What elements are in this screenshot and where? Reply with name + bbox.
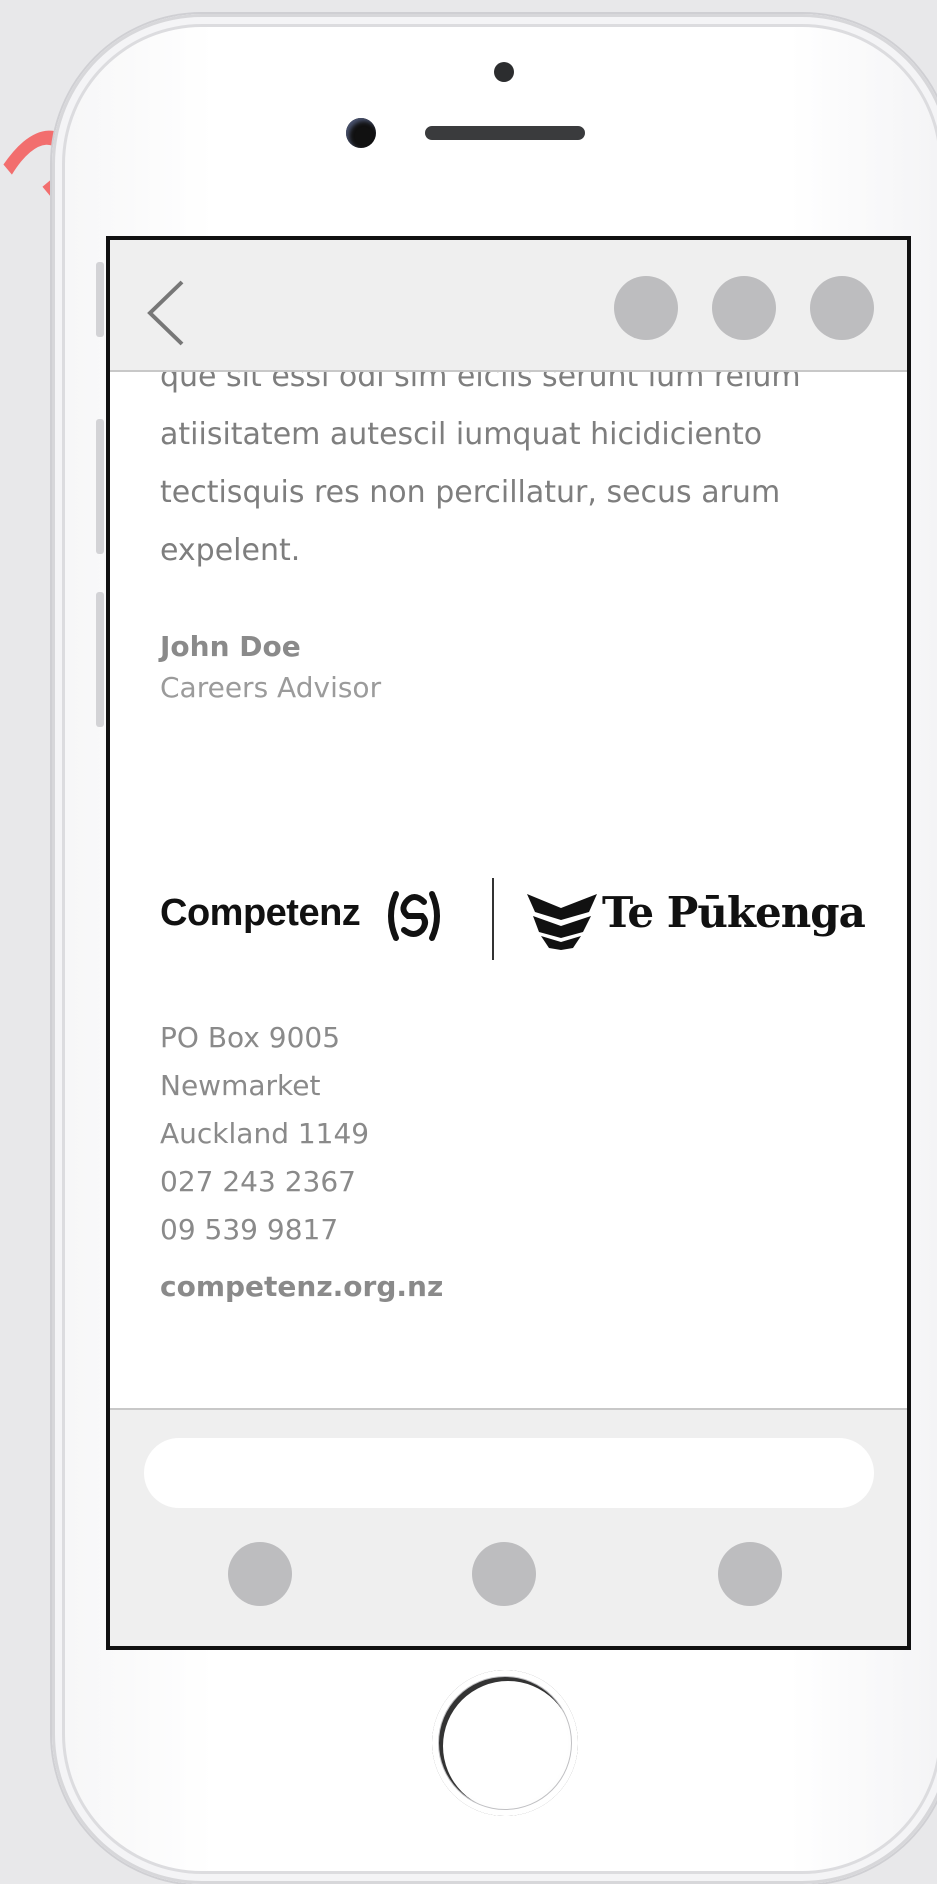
front-camera [346, 118, 376, 148]
top-menu-placeholder-3[interactable] [810, 276, 874, 340]
proximity-sensor [494, 62, 514, 82]
chevron-left-icon[interactable] [146, 278, 186, 348]
competenz-logo-icon [388, 891, 440, 941]
website-link[interactable]: competenz.org.nz [160, 1270, 443, 1303]
author-role: Careers Advisor [160, 671, 382, 704]
volume-up-button [96, 419, 104, 554]
earpiece-speaker [425, 126, 585, 140]
te-pukenga-logo-text: Te Pūkenga [602, 888, 866, 937]
top-app-bar [110, 240, 907, 372]
te-pukenga-logo-icon [527, 894, 597, 950]
paragraph-line: atiisitatem autescil iumquat hicidicient… [160, 417, 763, 452]
volume-down-button [96, 592, 104, 727]
phone-number[interactable]: 09 539 9817 [160, 1206, 356, 1254]
article-paragraph: que sit essi odi sim eiciis serunt ium r… [160, 348, 860, 580]
logo-divider [492, 878, 494, 960]
address-bar-input[interactable] [144, 1438, 874, 1508]
bottom-nav-placeholder-3[interactable] [718, 1542, 782, 1606]
author-name: John Doe [160, 630, 301, 663]
paragraph-line: expelent. [160, 533, 301, 568]
bottom-nav-placeholder-1[interactable] [228, 1542, 292, 1606]
top-menu-placeholder-2[interactable] [712, 276, 776, 340]
bottom-browser-bar [110, 1408, 907, 1646]
phone-numbers: 027 243 2367 09 539 9817 [160, 1158, 356, 1254]
bottom-nav-placeholder-2[interactable] [472, 1542, 536, 1606]
mute-switch [96, 262, 104, 337]
postal-address: PO Box 9005 Newmarket Auckland 1149 [160, 1014, 369, 1158]
competenz-logo-text: Competenz [160, 892, 361, 934]
top-menu-placeholder-1[interactable] [614, 276, 678, 340]
address-line: Auckland 1149 [160, 1117, 370, 1150]
address-line: PO Box 9005 [160, 1021, 341, 1054]
phone-screen: que sit essi odi sim eiciis serunt ium r… [106, 236, 911, 1650]
home-button[interactable] [432, 1670, 578, 1816]
partner-logos: Competenz Te Pūkenga [160, 878, 880, 968]
paragraph-line: tectisquis res non percillatur, secus ar… [160, 475, 781, 510]
article-content: que sit essi odi sim eiciis serunt ium r… [160, 348, 866, 1303]
phone-number[interactable]: 027 243 2367 [160, 1158, 356, 1206]
address-line: Newmarket [160, 1069, 321, 1102]
